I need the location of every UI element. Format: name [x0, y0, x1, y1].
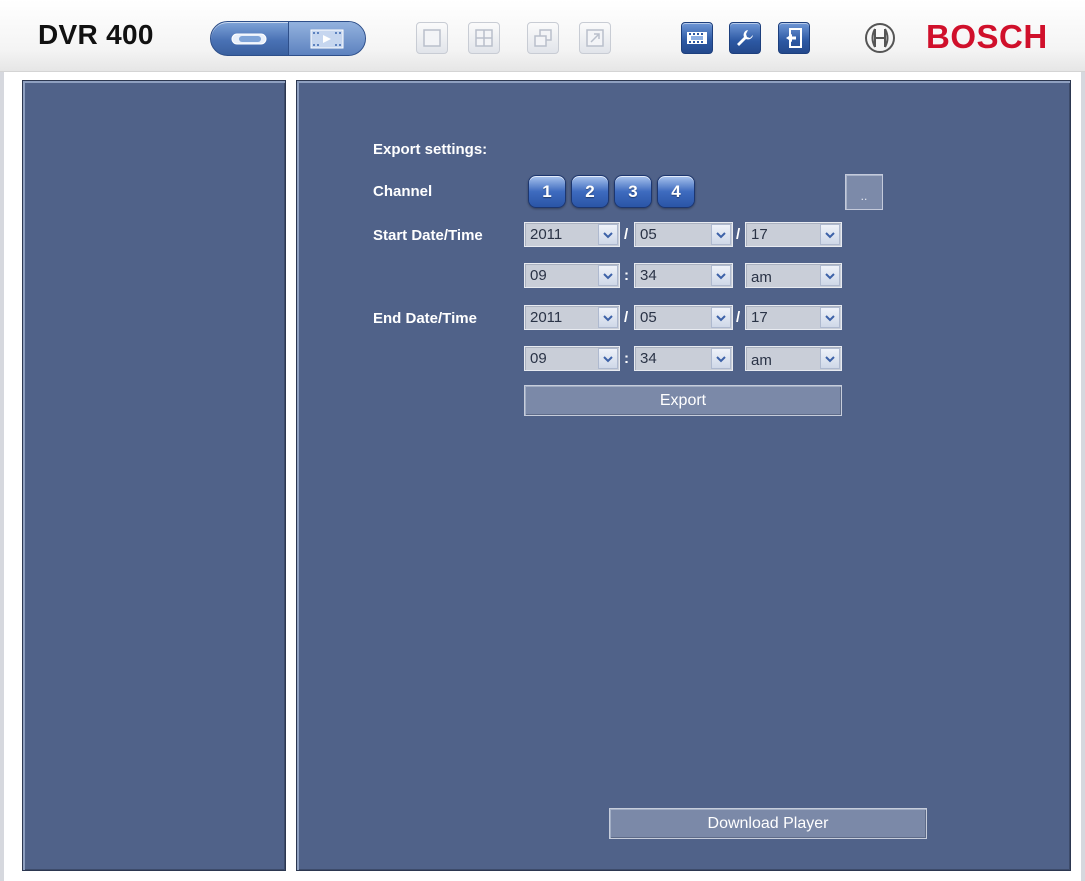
playback-button[interactable] — [287, 22, 365, 55]
channel-1-button[interactable]: 1 — [528, 175, 566, 208]
wrench-icon — [737, 30, 753, 46]
end-year-select[interactable]: 2011 — [524, 305, 620, 330]
restore-window-button[interactable] — [527, 22, 559, 54]
export-button[interactable]: Export — [524, 385, 842, 416]
end-ampm-select[interactable]: am — [745, 346, 842, 371]
fullscreen-button[interactable] — [579, 22, 611, 54]
date-separator: / — [624, 309, 629, 326]
channel-2-button[interactable]: 2 — [571, 175, 609, 208]
channel-3-button[interactable]: 3 — [614, 175, 652, 208]
fullscreen-icon — [586, 29, 604, 47]
live-view-icon — [231, 33, 267, 44]
start-hour-select[interactable]: 09 — [524, 263, 620, 288]
top-toolbar: DVR 400 BOSCH — [0, 0, 1085, 72]
live-view-button[interactable] — [211, 22, 288, 55]
date-separator: / — [736, 226, 741, 243]
start-month-select[interactable]: 05 — [634, 222, 733, 247]
right-edge — [1081, 72, 1085, 881]
single-view-button[interactable] — [416, 22, 448, 54]
chevron-down-icon — [711, 348, 731, 369]
single-view-icon — [423, 29, 441, 47]
date-separator: / — [736, 309, 741, 326]
brand-logo: BOSCH — [926, 18, 1048, 55]
mode-switch — [210, 21, 366, 56]
chevron-down-icon — [820, 265, 840, 286]
start-day-select[interactable]: 17 — [745, 222, 842, 247]
chevron-down-icon — [598, 224, 618, 245]
export-button-toolbar[interactable] — [681, 22, 713, 54]
start-minute-select[interactable]: 34 — [634, 263, 733, 288]
restore-window-icon — [534, 29, 552, 47]
settings-button[interactable] — [729, 22, 761, 54]
left-edge — [0, 72, 4, 881]
chevron-down-icon — [598, 348, 618, 369]
end-minute-select[interactable]: 34 — [634, 346, 733, 371]
end-datetime-label: End Date/Time — [373, 310, 477, 327]
channel-label: Channel — [373, 183, 433, 200]
end-day-select[interactable]: 17 — [745, 305, 842, 330]
chevron-down-icon — [711, 224, 731, 245]
export-film-icon — [687, 32, 707, 44]
start-ampm-select[interactable]: am — [745, 263, 842, 288]
channel-4-button[interactable]: 4 — [657, 175, 695, 208]
time-separator: : — [624, 267, 629, 284]
start-datetime-label: Start Date/Time — [373, 227, 483, 244]
date-separator: / — [624, 226, 629, 243]
export-settings-heading: Export settings: — [373, 141, 488, 158]
camera-list-panel — [22, 80, 286, 871]
start-year-select[interactable]: 2011 — [524, 222, 620, 247]
bosch-emblem-icon — [865, 23, 895, 53]
end-hour-select[interactable]: 09 — [524, 346, 620, 371]
chevron-down-icon — [820, 348, 840, 369]
chevron-down-icon — [598, 265, 618, 286]
download-player-button[interactable]: Download Player — [609, 808, 927, 839]
quad-view-icon — [475, 29, 493, 47]
end-month-select[interactable]: 05 — [634, 305, 733, 330]
more-channels-button[interactable]: .. — [845, 174, 883, 210]
chevron-down-icon — [820, 224, 840, 245]
playback-icon — [310, 29, 344, 48]
chevron-down-icon — [711, 307, 731, 328]
quad-view-button[interactable] — [468, 22, 500, 54]
app-title: DVR 400 — [38, 19, 154, 50]
logout-button[interactable] — [778, 22, 810, 54]
chevron-down-icon — [711, 265, 731, 286]
time-separator: : — [624, 350, 629, 367]
logout-door-icon — [786, 28, 802, 48]
chevron-down-icon — [598, 307, 618, 328]
chevron-down-icon — [820, 307, 840, 328]
